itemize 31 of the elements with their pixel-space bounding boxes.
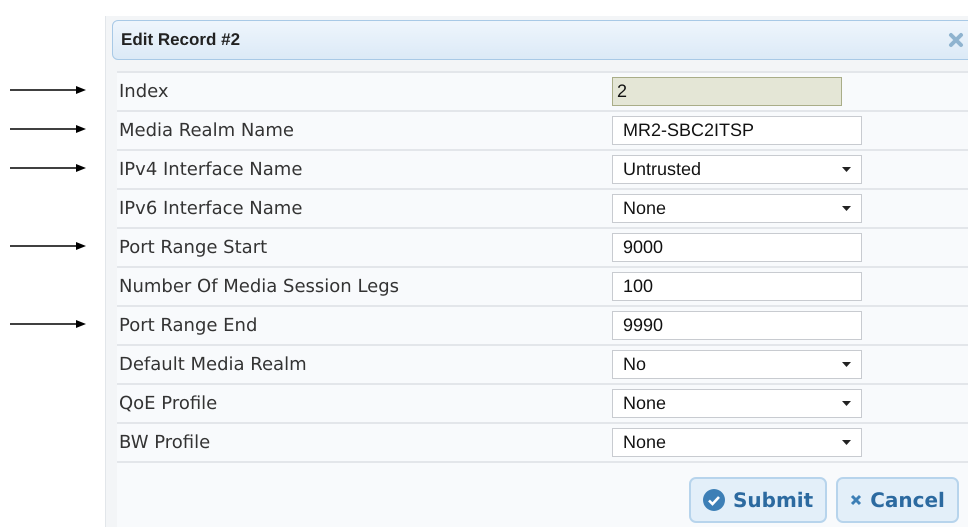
input-field[interactable]: 9000 <box>612 233 862 262</box>
dropdown[interactable]: None <box>612 389 862 418</box>
field-label: Port Range End <box>118 315 258 336</box>
dropdown[interactable]: No <box>612 350 862 379</box>
input-field[interactable]: 9990 <box>612 311 862 340</box>
field-label: IPv4 Interface Name <box>118 159 304 180</box>
readonly-field: 2 <box>612 77 842 106</box>
input-field[interactable]: 100 <box>612 272 862 301</box>
cancel-button[interactable]: Cancel <box>836 477 959 523</box>
dialog-title: Edit Record #2 <box>121 30 240 50</box>
x-icon <box>850 494 862 506</box>
dropdown[interactable]: None <box>612 428 862 457</box>
caret-icon <box>842 362 851 367</box>
field-label: Media Realm Name <box>118 120 295 141</box>
caret-icon <box>842 440 851 445</box>
caret-icon <box>842 167 851 172</box>
input-field[interactable]: MR2-SBC2ITSP <box>612 116 862 145</box>
close-icon[interactable] <box>948 32 964 48</box>
field-label: IPv6 Interface Name <box>118 198 304 219</box>
field-label: Index <box>118 81 170 102</box>
field-label: Default Media Realm <box>118 354 308 375</box>
submit-button[interactable]: Submit <box>689 477 828 523</box>
caret-icon <box>842 206 851 211</box>
caret-icon <box>842 401 851 406</box>
check-icon <box>703 489 725 511</box>
dropdown[interactable]: None <box>612 194 862 223</box>
field-label: QoE Profile <box>118 393 218 414</box>
field-label: Port Range Start <box>118 237 268 258</box>
field-label: BW Profile <box>118 432 212 453</box>
field-label: Number Of Media Session Legs <box>118 276 400 297</box>
dropdown[interactable]: Untrusted <box>612 155 862 184</box>
